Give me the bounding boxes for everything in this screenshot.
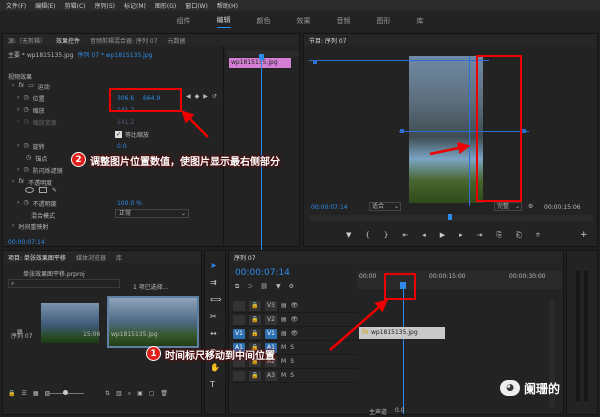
wechat-icon: ◕ (500, 380, 520, 396)
arrow-to-position (181, 110, 209, 138)
callout-1-text: 时间标尺移动到中间位置 (165, 351, 275, 362)
watermark: ◕ 阑珊的 (500, 378, 596, 398)
arrow-to-monitor (429, 141, 471, 156)
arrow-to-ruler (329, 299, 388, 351)
callout-2-badge: 2 (71, 152, 86, 167)
watermark-text: 阑珊的 (524, 381, 561, 396)
callout-1-badge: 1 (146, 346, 161, 361)
callout-2-text: 调整图片位置数值，使图片显示最右侧部分 (90, 157, 280, 168)
